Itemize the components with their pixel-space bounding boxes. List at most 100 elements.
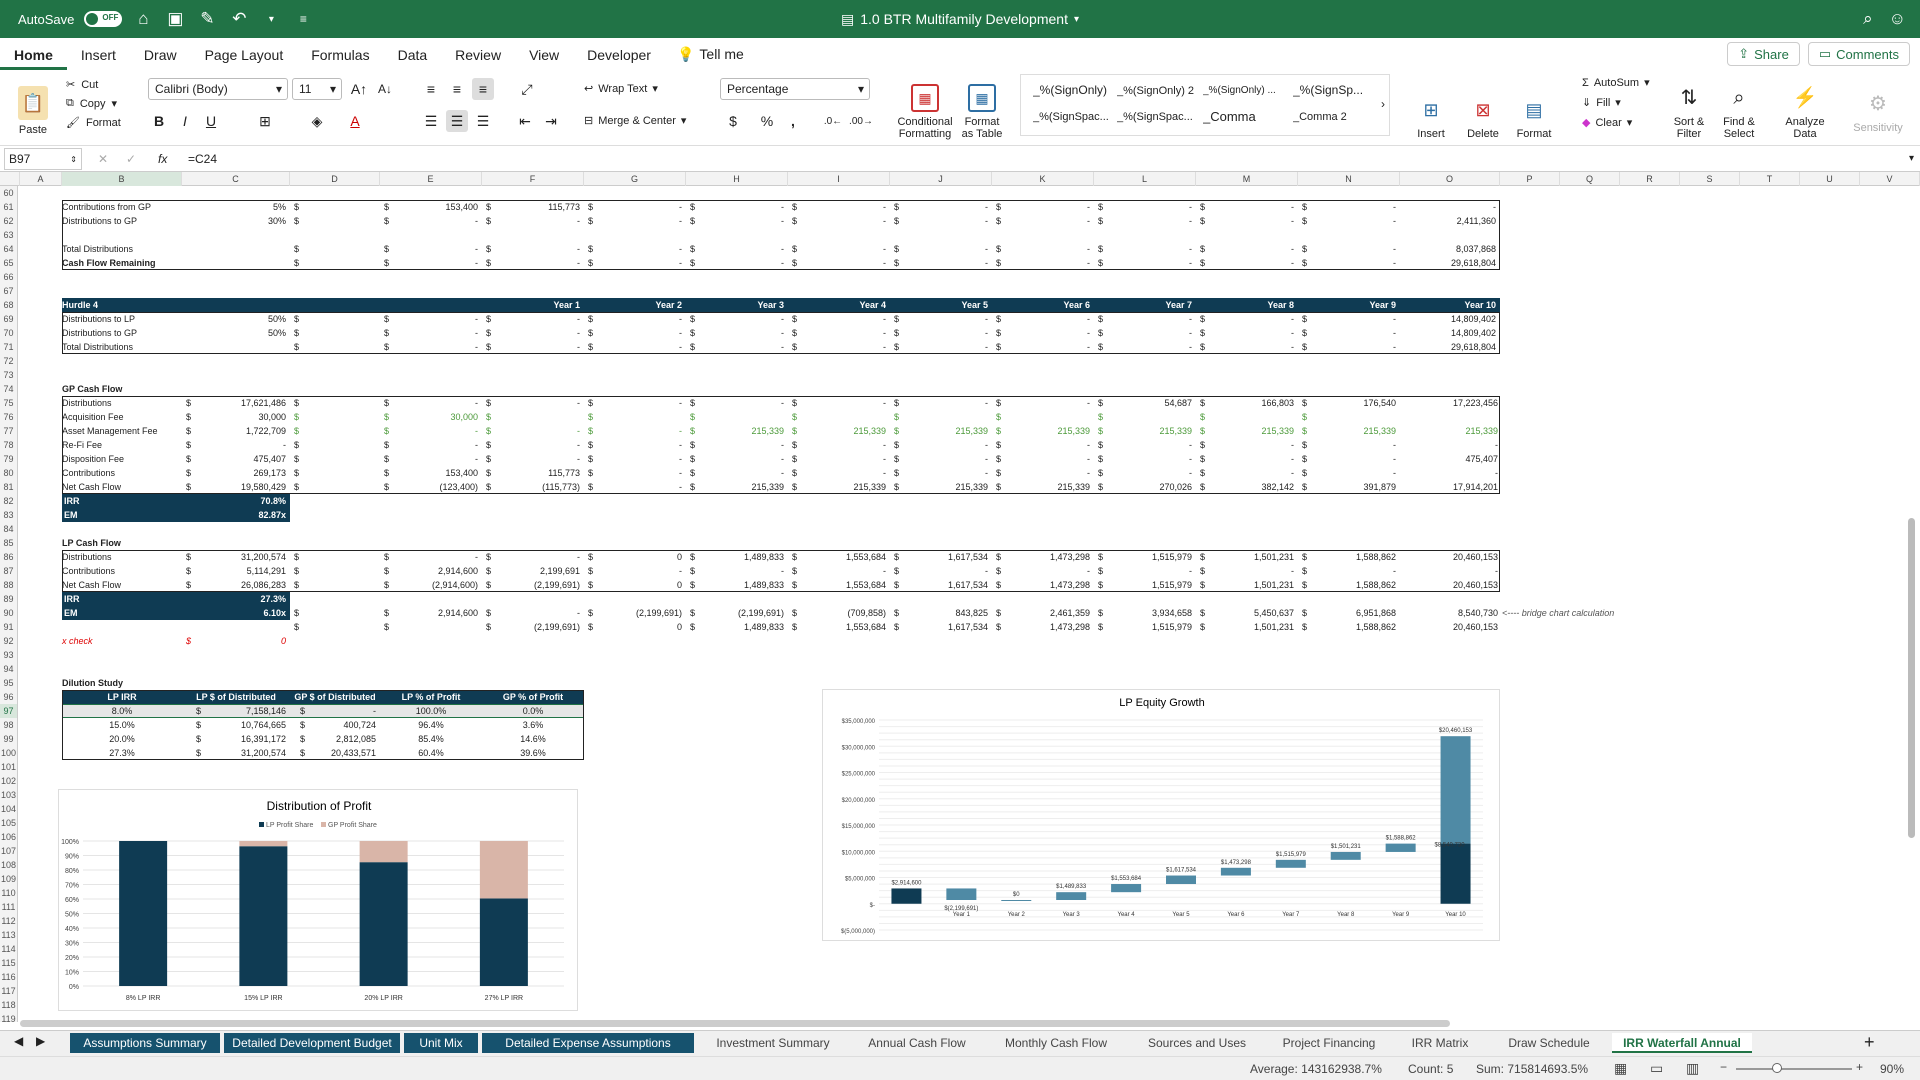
column-header-m[interactable]: M	[1196, 172, 1298, 186]
zoom-in-icon[interactable]: +	[1856, 1060, 1863, 1074]
empty-value[interactable]: -	[686, 326, 788, 340]
row-label[interactable]: Distributions	[62, 396, 182, 410]
value-cell[interactable]: 30,000	[182, 410, 290, 424]
value-cell[interactable]: 20,460,153	[1310, 550, 1502, 564]
empty-value[interactable]: -	[788, 340, 890, 354]
empty-value[interactable]: -	[992, 340, 1094, 354]
dilution-cell[interactable]: 0.0%	[482, 704, 584, 718]
fill-color-icon[interactable]: ◈	[306, 110, 328, 132]
dilution-header[interactable]: LP % of Profit	[380, 690, 482, 704]
row-label[interactable]: Distributions to GP	[62, 214, 182, 228]
dilution-cell[interactable]: 8.0%	[62, 704, 182, 718]
row-header[interactable]: 118	[0, 998, 18, 1012]
empty-value[interactable]: -	[1196, 256, 1298, 270]
value-cell[interactable]: -	[1310, 438, 1502, 452]
empty-value[interactable]: -	[890, 312, 992, 326]
empty-value[interactable]: -	[788, 312, 890, 326]
value-cell[interactable]: -	[1400, 200, 1500, 214]
insert-cells-button[interactable]: ⊞ Insert	[1408, 76, 1454, 140]
horizontal-scrollbar[interactable]	[20, 1020, 1450, 1027]
row-header[interactable]: 90	[0, 606, 18, 620]
column-header-r[interactable]: R	[1620, 172, 1680, 186]
row-header[interactable]: 110	[0, 886, 18, 900]
column-header-d[interactable]: D	[290, 172, 380, 186]
value-cell[interactable]: 70.8%	[182, 494, 290, 508]
row-header[interactable]: 75	[0, 396, 18, 410]
value-cell[interactable]: 153,400	[380, 200, 482, 214]
empty-value[interactable]: -	[1298, 312, 1400, 326]
sheet-tab[interactable]: Annual Cash Flow	[852, 1033, 982, 1053]
dilution-cell[interactable]: 27.3%	[62, 746, 182, 760]
row-label[interactable]: EM	[62, 606, 182, 620]
style-item[interactable]: _Comma 2	[1293, 111, 1347, 123]
row-label[interactable]: Distributions to GP	[62, 326, 182, 340]
distribution-profit-chart[interactable]: Distribution of Profit LP Profit Share GP …	[58, 789, 578, 1011]
value-cell[interactable]: 19,580,429	[182, 480, 290, 494]
empty-value[interactable]: -	[890, 214, 992, 228]
row-header[interactable]: 98	[0, 718, 18, 732]
row-label[interactable]: GP Cash Flow	[62, 382, 182, 396]
row-header[interactable]: 109	[0, 872, 18, 886]
row-header[interactable]: 82	[0, 494, 18, 508]
empty-value[interactable]: -	[1196, 312, 1298, 326]
value-cell[interactable]: -	[1310, 564, 1502, 578]
delete-cells-button[interactable]: ⊠ Delete	[1460, 76, 1506, 140]
empty-value[interactable]: -	[380, 312, 482, 326]
align-left-icon[interactable]: ☰	[420, 110, 442, 132]
row-label[interactable]: Net Cash Flow	[62, 578, 182, 592]
format-as-table-button[interactable]: ▦ Format as Table	[956, 76, 1008, 140]
style-item[interactable]: _%(SignOnly) ...	[1203, 85, 1285, 96]
row-label[interactable]: Contributions	[62, 466, 182, 480]
value-cell[interactable]: 82.87x	[182, 508, 290, 522]
percent-icon[interactable]: %	[756, 110, 778, 132]
sheet-tab[interactable]: Project Financing	[1268, 1033, 1390, 1053]
number-format-select[interactable]: Percentage ▾	[720, 78, 870, 100]
value-cell[interactable]: 20,460,153	[1310, 578, 1502, 592]
empty-value[interactable]: -	[380, 242, 482, 256]
chevron-down-icon[interactable]: ▾	[1909, 153, 1914, 164]
bold-icon[interactable]: B	[148, 110, 170, 132]
wrap-text-button[interactable]: ↩ Wrap Text ▾	[584, 82, 658, 96]
cut-button[interactable]: ✂ Cut	[66, 78, 98, 92]
dilution-header[interactable]: LP IRR	[62, 690, 182, 704]
year-header[interactable]: Year 6	[992, 298, 1094, 312]
font-size-select[interactable]: 11 ▾	[292, 78, 342, 100]
dilution-cell[interactable]: 2,812,085	[290, 732, 380, 746]
value-cell[interactable]: 14,809,402	[1400, 312, 1500, 326]
sheet-tab[interactable]: Monthly Cash Flow	[986, 1033, 1126, 1053]
sheet-tab[interactable]: Detailed Expense Assumptions	[482, 1033, 694, 1053]
empty-value[interactable]: -	[584, 312, 686, 326]
decrease-indent-icon[interactable]: ⇤	[514, 110, 536, 132]
row-header[interactable]: 64	[0, 242, 18, 256]
vertical-scrollbar[interactable]	[1908, 518, 1915, 838]
empty-value[interactable]: -	[584, 214, 686, 228]
empty-value[interactable]: -	[1196, 340, 1298, 354]
column-header-g[interactable]: G	[584, 172, 686, 186]
row-header[interactable]: 100	[0, 746, 18, 760]
value-cell[interactable]: 0	[182, 634, 290, 648]
row-header[interactable]: 70	[0, 326, 18, 340]
column-header-n[interactable]: N	[1298, 172, 1400, 186]
empty-value[interactable]: -	[992, 326, 1094, 340]
worksheet-grid[interactable]: ABCDEFGHIJKLMNOPQRSTUV 60 61 Contributions…	[0, 172, 1920, 1022]
sheet-tab[interactable]: IRR Matrix	[1394, 1033, 1486, 1053]
row-header[interactable]: 78	[0, 438, 18, 452]
empty-value[interactable]: -	[890, 200, 992, 214]
empty-value[interactable]: -	[1094, 214, 1196, 228]
value-cell[interactable]: 6.10x	[182, 606, 290, 620]
value-cell[interactable]: 17,621,486	[182, 396, 290, 410]
column-header-e[interactable]: E	[380, 172, 482, 186]
page-layout-icon[interactable]: ▭	[1650, 1060, 1663, 1077]
value-cell[interactable]: 475,407	[182, 452, 290, 466]
next-sheet-icon[interactable]: ▶	[36, 1034, 45, 1048]
underline-icon[interactable]: U	[200, 110, 222, 132]
value-cell[interactable]	[1310, 410, 1502, 424]
value-cell[interactable]: 2,411,360	[1400, 214, 1500, 228]
row-label[interactable]: x check	[62, 634, 182, 648]
dilution-cell[interactable]: -	[290, 704, 380, 718]
home-icon[interactable]: ⌂	[132, 9, 154, 29]
clear-button[interactable]: ◆ Clear ▾	[1582, 116, 1632, 130]
row-header[interactable]: 108	[0, 858, 18, 872]
account-icon[interactable]: ☺	[1889, 9, 1906, 29]
value-cell[interactable]: 5%	[182, 200, 290, 214]
